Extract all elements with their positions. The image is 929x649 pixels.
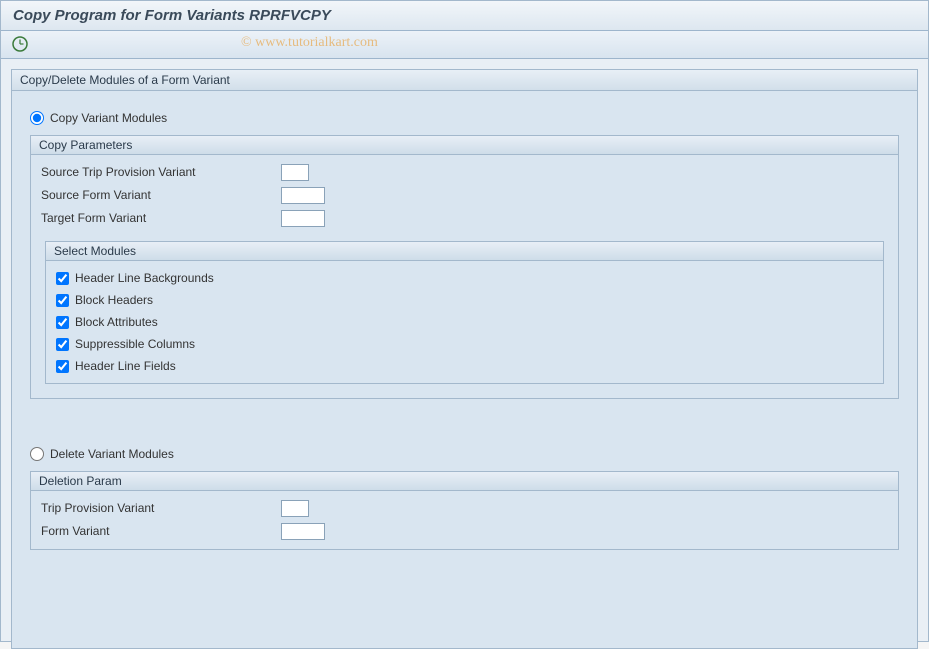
watermark: © www.tutorialkart.com (241, 35, 378, 51)
field-target-form-variant: Target Form Variant (41, 207, 888, 229)
check-row-1[interactable]: Block Headers (56, 289, 873, 311)
spacer (30, 411, 899, 439)
toolbar: © www.tutorialkart.com (1, 31, 928, 59)
input-source-form-variant[interactable] (281, 187, 325, 204)
input-trip-provision[interactable] (281, 500, 309, 517)
checkbox-block-attributes[interactable] (56, 316, 69, 329)
checkbox-block-headers[interactable] (56, 294, 69, 307)
title-text: Copy Program for Form Variants RPRFVCPY (13, 7, 331, 24)
checkbox-label: Block Headers (75, 293, 153, 307)
execute-icon[interactable] (11, 35, 29, 53)
copy-params-title: Copy Parameters (31, 136, 898, 155)
content-area: Copy/Delete Modules of a Form Variant Co… (1, 59, 928, 641)
checkbox-header-line-fields[interactable] (56, 360, 69, 373)
input-source-trip-provision[interactable] (281, 164, 309, 181)
checkbox-label: Block Attributes (75, 315, 158, 329)
copy-params-group: Copy Parameters Source Trip Provision Va… (30, 135, 899, 399)
select-modules-title: Select Modules (46, 242, 883, 261)
radio-copy-row[interactable]: Copy Variant Modules (30, 111, 899, 125)
radio-delete-row[interactable]: Delete Variant Modules (30, 447, 899, 461)
main-groupbox-title: Copy/Delete Modules of a Form Variant (12, 70, 917, 91)
checkbox-header-line-backgrounds[interactable] (56, 272, 69, 285)
field-label: Source Form Variant (41, 188, 281, 202)
radio-delete-label: Delete Variant Modules (50, 447, 174, 461)
check-row-0[interactable]: Header Line Backgrounds (56, 267, 873, 289)
checkbox-label: Header Line Backgrounds (75, 271, 214, 285)
field-label: Form Variant (41, 524, 281, 538)
main-groupbox-body: Copy Variant Modules Copy Parameters Sou… (12, 91, 917, 574)
field-label: Trip Provision Variant (41, 501, 281, 515)
checkbox-label: Header Line Fields (75, 359, 176, 373)
check-row-3[interactable]: Suppressible Columns (56, 333, 873, 355)
checkbox-suppressible-columns[interactable] (56, 338, 69, 351)
field-label: Source Trip Provision Variant (41, 165, 281, 179)
copy-params-body: Source Trip Provision Variant Source For… (31, 155, 898, 398)
field-label: Target Form Variant (41, 211, 281, 225)
deletion-param-group: Deletion Param Trip Provision Variant Fo… (30, 471, 899, 550)
select-modules-group: Select Modules Header Line Backgrounds B… (45, 241, 884, 384)
deletion-param-body: Trip Provision Variant Form Variant (31, 491, 898, 549)
field-source-form-variant: Source Form Variant (41, 184, 888, 206)
radio-delete[interactable] (30, 447, 44, 461)
select-modules-body: Header Line Backgrounds Block Headers Bl… (46, 261, 883, 383)
check-row-4[interactable]: Header Line Fields (56, 355, 873, 377)
input-form-variant[interactable] (281, 523, 325, 540)
field-source-trip-provision: Source Trip Provision Variant (41, 161, 888, 183)
radio-copy[interactable] (30, 111, 44, 125)
field-trip-provision: Trip Provision Variant (41, 497, 888, 519)
page-title: Copy Program for Form Variants RPRFVCPY (1, 1, 928, 31)
deletion-param-title: Deletion Param (31, 472, 898, 491)
input-target-form-variant[interactable] (281, 210, 325, 227)
radio-copy-label: Copy Variant Modules (50, 111, 167, 125)
field-form-variant: Form Variant (41, 520, 888, 542)
checkbox-label: Suppressible Columns (75, 337, 195, 351)
check-row-2[interactable]: Block Attributes (56, 311, 873, 333)
main-groupbox: Copy/Delete Modules of a Form Variant Co… (11, 69, 918, 649)
